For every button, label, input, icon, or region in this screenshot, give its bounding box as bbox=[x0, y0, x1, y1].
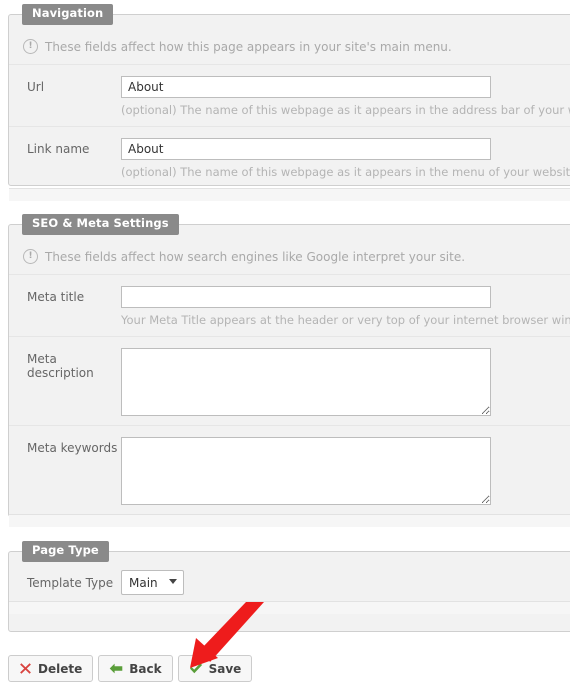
form-row-meta-keywords: Meta keywords bbox=[9, 425, 570, 514]
form-row-link-name: Link name (optional) The name of this we… bbox=[9, 126, 570, 188]
meta-keywords-textarea[interactable] bbox=[121, 437, 491, 505]
back-button-label: Back bbox=[129, 661, 162, 676]
label-url: Url bbox=[27, 80, 45, 94]
note-text: These fields affect how this page appear… bbox=[45, 39, 452, 54]
note-seo: ! These fields affect how search engines… bbox=[9, 247, 570, 274]
label-link-name: Link name bbox=[27, 142, 90, 156]
form-row-url: Url (optional) The name of this webpage … bbox=[9, 64, 570, 126]
panel-legend-navigation: Navigation bbox=[22, 4, 114, 25]
info-exclamation-icon: ! bbox=[23, 249, 38, 264]
link-name-input[interactable] bbox=[121, 138, 491, 160]
field-meta-description bbox=[121, 348, 570, 416]
panel-legend-page-type: Page Type bbox=[22, 541, 109, 562]
delete-button[interactable]: Delete bbox=[8, 655, 94, 682]
hint-link-name: (optional) The name of this webpage as i… bbox=[121, 165, 570, 179]
green-left-arrow-icon bbox=[109, 662, 123, 675]
field-meta-keywords bbox=[121, 437, 570, 505]
delete-button-label: Delete bbox=[38, 661, 83, 676]
note-text: These fields affect how search engines l… bbox=[45, 249, 466, 264]
save-button[interactable]: Save bbox=[177, 655, 253, 682]
meta-title-input[interactable] bbox=[121, 286, 491, 308]
hint-url: (optional) The name of this webpage as i… bbox=[121, 103, 570, 117]
back-button[interactable]: Back bbox=[98, 655, 173, 682]
field-url: (optional) The name of this webpage as i… bbox=[121, 76, 570, 117]
hint-meta-title: Your Meta Title appears at the header or… bbox=[121, 313, 570, 327]
info-exclamation-icon: ! bbox=[23, 39, 38, 54]
panel-footer-seo bbox=[9, 514, 570, 527]
field-link-name: (optional) The name of this webpage as i… bbox=[121, 138, 570, 179]
label-meta-title: Meta title bbox=[27, 290, 85, 304]
save-button-label: Save bbox=[208, 661, 242, 676]
template-type-select[interactable]: Main bbox=[121, 570, 184, 595]
field-template-type: Main bbox=[121, 570, 570, 595]
label-meta-description: Meta description bbox=[27, 352, 94, 380]
form-row-template-type: Template Type Main bbox=[9, 562, 570, 601]
panel-page-type: Page Type Template Type Main bbox=[8, 541, 570, 632]
red-x-icon bbox=[19, 662, 32, 675]
template-type-select-wrap: Main bbox=[121, 570, 184, 595]
page-settings-form: Navigation ! These fields affect how thi… bbox=[0, 0, 570, 688]
action-button-bar: Delete Back Save bbox=[8, 655, 253, 682]
meta-description-textarea[interactable] bbox=[121, 348, 491, 416]
panel-navigation: Navigation ! These fields affect how thi… bbox=[8, 4, 570, 201]
panel-legend-seo: SEO & Meta Settings bbox=[22, 214, 179, 235]
form-row-meta-title: Meta title Your Meta Title appears at th… bbox=[9, 274, 570, 336]
note-navigation: ! These fields affect how this page appe… bbox=[9, 37, 570, 64]
panel-footer-page-type bbox=[9, 601, 570, 614]
form-row-meta-description: Meta description bbox=[9, 336, 570, 425]
label-template-type: Template Type bbox=[27, 575, 114, 590]
url-input[interactable] bbox=[121, 76, 491, 98]
field-meta-title: Your Meta Title appears at the header or… bbox=[121, 286, 570, 327]
panel-body-navigation: ! These fields affect how this page appe… bbox=[9, 15, 570, 188]
label-meta-keywords: Meta keywords bbox=[27, 441, 118, 455]
panel-footer-navigation bbox=[9, 188, 570, 201]
panel-body-seo: ! These fields affect how search engines… bbox=[9, 225, 570, 514]
panel-seo-meta-settings: SEO & Meta Settings ! These fields affec… bbox=[8, 214, 570, 527]
green-check-icon bbox=[189, 662, 203, 675]
